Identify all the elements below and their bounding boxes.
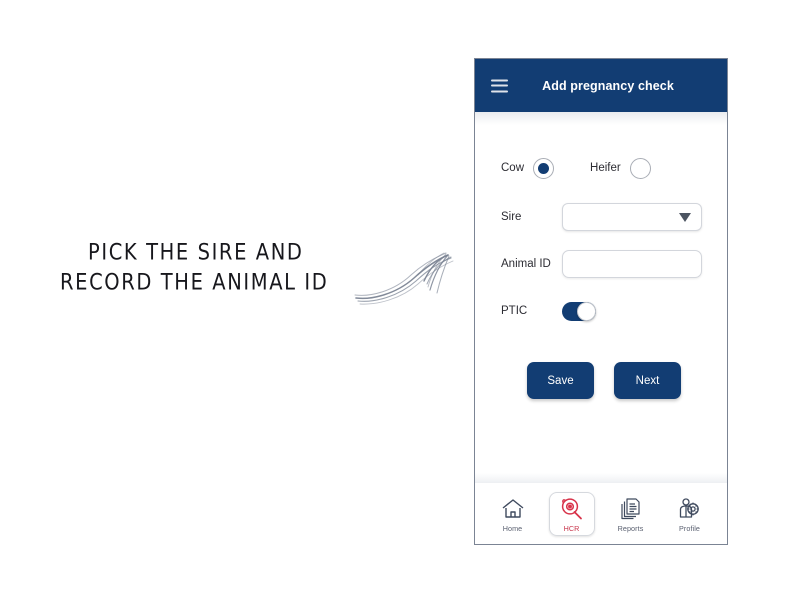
documents-stack-icon — [619, 496, 642, 522]
next-button[interactable]: Next — [614, 362, 681, 399]
ptic-row: PTIC — [501, 294, 707, 328]
person-gear-icon — [677, 496, 702, 522]
home-icon — [501, 496, 525, 522]
radio-heifer[interactable] — [629, 157, 651, 179]
header-shadow — [475, 112, 727, 125]
animal-id-input[interactable] — [562, 250, 702, 278]
sire-row: Sire — [501, 200, 707, 234]
nav-label-profile: Profile — [678, 523, 701, 533]
radio-label-heifer: Heifer — [590, 162, 621, 174]
form-body: Cow Heifer Sire Animal ID PTIC Save Next — [475, 125, 727, 482]
annotation-line-1: PICK THE SIRE AND — [88, 239, 304, 266]
animal-id-label: Animal ID — [501, 258, 551, 270]
magnifier-cow-icon — [560, 496, 584, 522]
hamburger-menu-icon[interactable] — [491, 79, 508, 92]
nav-item-hcr[interactable]: HCR — [548, 491, 595, 536]
annotation-line-2: RECORD THE ANIMAL ID — [60, 269, 329, 296]
curved-sketch-arrow-icon — [354, 252, 454, 305]
animal-id-row: Animal ID — [501, 247, 707, 281]
ptic-label: PTIC — [501, 305, 528, 317]
sire-select[interactable] — [562, 203, 702, 231]
phone-frame: Add pregnancy check Cow Heifer Sire Anim… — [474, 58, 728, 545]
app-bar: Add pregnancy check — [475, 59, 727, 112]
annotation-callout: PICK THE SIRE AND RECORD THE ANIMAL ID — [60, 238, 360, 298]
save-button[interactable]: Save — [527, 362, 594, 399]
action-buttons: Save Next — [501, 362, 707, 399]
nav-item-profile[interactable]: Profile — [667, 493, 713, 535]
ptic-toggle[interactable] — [562, 301, 596, 321]
radio-label-cow: Cow — [501, 162, 525, 174]
bottom-navigation: Home HCR Reports Profile — [475, 473, 727, 544]
nav-label-hcr: HCR — [563, 523, 580, 533]
page-title: Add pregnancy check — [542, 78, 674, 93]
sire-label: Sire — [501, 211, 522, 223]
nav-label-reports: Reports — [617, 523, 644, 533]
nav-item-reports[interactable]: Reports — [608, 493, 654, 535]
nav-label-home: Home — [502, 523, 523, 533]
radio-cow[interactable] — [533, 157, 555, 179]
chevron-down-icon — [679, 212, 691, 222]
animal-type-row: Cow Heifer — [501, 151, 707, 185]
nav-item-home[interactable]: Home — [490, 493, 536, 535]
